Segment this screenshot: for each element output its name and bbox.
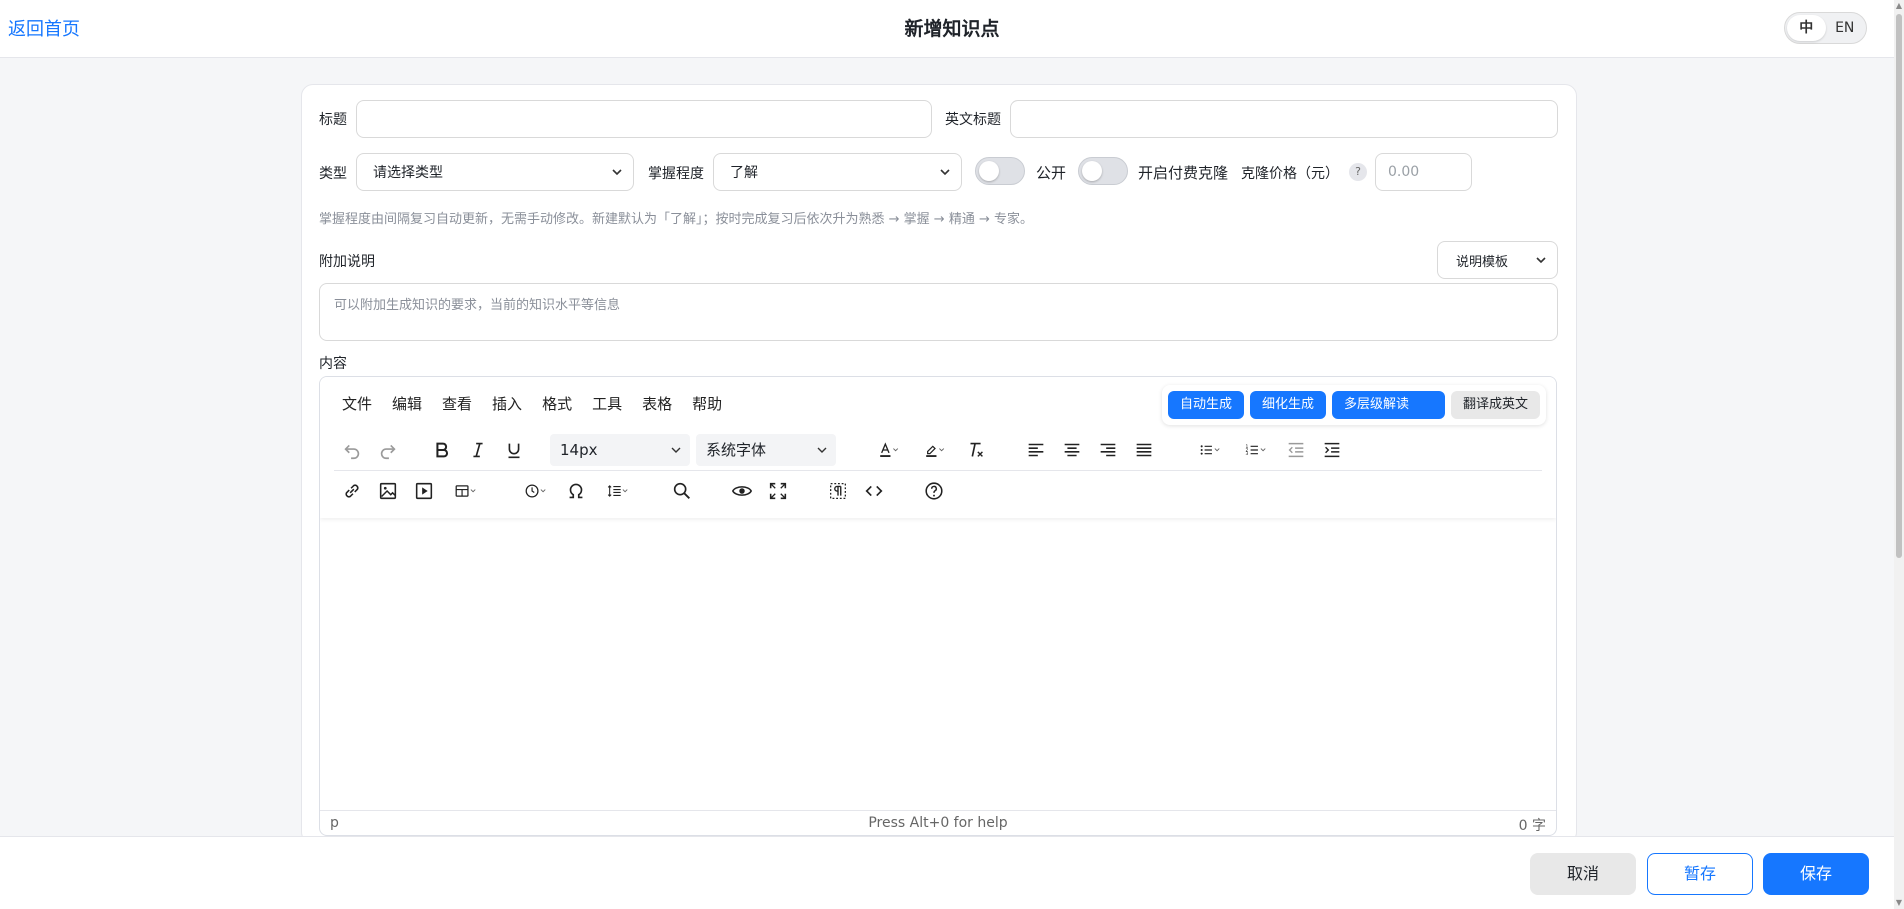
- public-label: 公开: [1036, 164, 1067, 182]
- help-icon[interactable]: ?: [1349, 163, 1367, 181]
- clear-format-icon[interactable]: [958, 434, 994, 466]
- type-select-value: 请选择类型: [373, 165, 443, 181]
- indent-icon[interactable]: [1314, 434, 1350, 466]
- extra-description-placeholder: 可以附加生成知识的要求，当前的知识水平等信息: [334, 298, 621, 313]
- datetime-icon[interactable]: [512, 475, 558, 507]
- show-blocks-icon[interactable]: [820, 475, 856, 507]
- menu-help[interactable]: 帮助: [692, 393, 722, 414]
- english-title-label: 英文标题: [945, 112, 1001, 128]
- mastery-label: 掌握程度: [648, 166, 704, 182]
- scroll-up-icon[interactable]: ▲: [1895, 2, 1903, 10]
- toggle-knob: [1082, 161, 1102, 181]
- redo-icon[interactable]: [370, 434, 406, 466]
- toolbar-row-formatting: 14px 系统字体 123: [334, 429, 1542, 471]
- highlight-color-icon[interactable]: [912, 434, 958, 466]
- editor-menubar: 文件 编辑 查看 插入 格式 工具 表格 帮助: [342, 393, 742, 414]
- chevron-down-icon: [1536, 257, 1546, 264]
- mastery-hint-text: 掌握程度由间隔复习自动更新，无需手动修改。新建默认为「了解」；按时完成复习后依次…: [319, 212, 1033, 227]
- media-icon[interactable]: [406, 475, 442, 507]
- page-title: 新增知识点: [904, 18, 1000, 40]
- type-label: 类型: [319, 166, 347, 182]
- line-height-icon[interactable]: [594, 475, 640, 507]
- toolbar-row-insert: [334, 473, 1542, 509]
- chevron-down-icon: [940, 169, 950, 176]
- italic-icon[interactable]: [460, 434, 496, 466]
- menu-table[interactable]: 表格: [642, 393, 672, 414]
- translate-english-button[interactable]: 翻译成英文: [1450, 391, 1540, 419]
- action-footer: 取消 暂存 保存: [0, 836, 1904, 909]
- save-draft-button[interactable]: 暂存: [1647, 853, 1753, 895]
- scrollbar-thumb[interactable]: [1896, 14, 1902, 558]
- align-left-icon[interactable]: [1018, 434, 1054, 466]
- extra-description-label: 附加说明: [319, 254, 375, 270]
- cancel-button[interactable]: 取消: [1530, 853, 1636, 895]
- bullet-list-icon[interactable]: [1186, 434, 1232, 466]
- font-size-value: 14px: [560, 440, 598, 459]
- menu-view[interactable]: 查看: [442, 393, 472, 414]
- mastery-select[interactable]: 了解: [713, 153, 962, 191]
- title-input[interactable]: [356, 100, 932, 138]
- page-header: 返回首页 新增知识点 中 EN: [0, 0, 1904, 58]
- fullscreen-icon[interactable]: [760, 475, 796, 507]
- chevron-down-icon: [817, 447, 827, 453]
- type-select[interactable]: 请选择类型: [356, 153, 634, 191]
- font-family-select[interactable]: 系统字体: [696, 433, 836, 466]
- menu-insert[interactable]: 插入: [492, 393, 522, 414]
- menu-tools[interactable]: 工具: [592, 393, 622, 414]
- rich-text-editor[interactable]: 文件 编辑 查看 插入 格式 工具 表格 帮助 自动生成 细化生成 多层级解读 …: [319, 376, 1557, 836]
- align-center-icon[interactable]: [1054, 434, 1090, 466]
- menu-format[interactable]: 格式: [542, 393, 572, 414]
- numbered-list-icon[interactable]: 123: [1232, 434, 1278, 466]
- source-code-icon[interactable]: [856, 475, 892, 507]
- paid-clone-toggle[interactable]: [1078, 157, 1128, 185]
- save-button[interactable]: 保存: [1763, 853, 1869, 895]
- menu-file[interactable]: 文件: [342, 393, 372, 414]
- help-icon[interactable]: [916, 475, 952, 507]
- language-switch[interactable]: 中 EN: [1784, 12, 1867, 44]
- lang-en-option[interactable]: EN: [1826, 15, 1865, 41]
- mastery-select-value: 了解: [730, 165, 758, 181]
- ai-action-group: 自动生成 细化生成 多层级解读 翻译成英文: [1161, 385, 1546, 425]
- description-template-select[interactable]: 说明模板: [1437, 241, 1558, 279]
- search-icon[interactable]: [664, 475, 700, 507]
- refine-generate-button[interactable]: 细化生成: [1249, 391, 1326, 419]
- description-template-value: 说明模板: [1456, 254, 1509, 270]
- clone-price-input[interactable]: [1375, 153, 1472, 191]
- editor-toolbar: 文件 编辑 查看 插入 格式 工具 表格 帮助 自动生成 细化生成 多层级解读 …: [320, 377, 1556, 518]
- menu-edit[interactable]: 编辑: [392, 393, 422, 414]
- lang-zh-option[interactable]: 中: [1787, 15, 1826, 41]
- svg-text:3: 3: [1245, 451, 1248, 457]
- chevron-down-icon: [671, 447, 681, 453]
- bold-icon[interactable]: [424, 434, 460, 466]
- special-char-icon[interactable]: [558, 475, 594, 507]
- paid-clone-label: 开启付费克隆: [1138, 164, 1229, 182]
- auto-generate-button[interactable]: 自动生成: [1167, 391, 1244, 419]
- word-count[interactable]: 0 字: [1519, 815, 1546, 835]
- align-justify-icon[interactable]: [1126, 434, 1162, 466]
- page-scrollbar[interactable]: ▲ ▼: [1894, 0, 1904, 909]
- underline-icon[interactable]: [496, 434, 532, 466]
- font-size-select[interactable]: 14px: [550, 433, 690, 466]
- help-shortcut-text: Press Alt+0 for help: [868, 815, 1008, 831]
- public-toggle[interactable]: [975, 157, 1025, 185]
- multilevel-interpret-button[interactable]: 多层级解读: [1331, 391, 1445, 419]
- scroll-down-icon[interactable]: ▼: [1895, 899, 1903, 907]
- editor-statusbar: p Press Alt+0 for help 0 字: [320, 810, 1556, 835]
- image-icon[interactable]: [370, 475, 406, 507]
- content-label: 内容: [319, 356, 347, 372]
- english-title-input[interactable]: [1010, 100, 1558, 138]
- extra-description-textarea[interactable]: 可以附加生成知识的要求，当前的知识水平等信息: [319, 283, 1558, 341]
- align-right-icon[interactable]: [1090, 434, 1126, 466]
- chevron-down-icon: [612, 169, 622, 176]
- clone-price-label: 克隆价格（元）: [1241, 166, 1339, 182]
- outdent-icon[interactable]: [1278, 434, 1314, 466]
- table-icon[interactable]: [442, 475, 488, 507]
- toggle-knob: [979, 161, 999, 181]
- preview-icon[interactable]: [724, 475, 760, 507]
- font-family-value: 系统字体: [706, 441, 767, 459]
- link-icon[interactable]: [334, 475, 370, 507]
- text-color-icon[interactable]: [866, 434, 912, 466]
- undo-icon[interactable]: [334, 434, 370, 466]
- title-label: 标题: [319, 112, 347, 128]
